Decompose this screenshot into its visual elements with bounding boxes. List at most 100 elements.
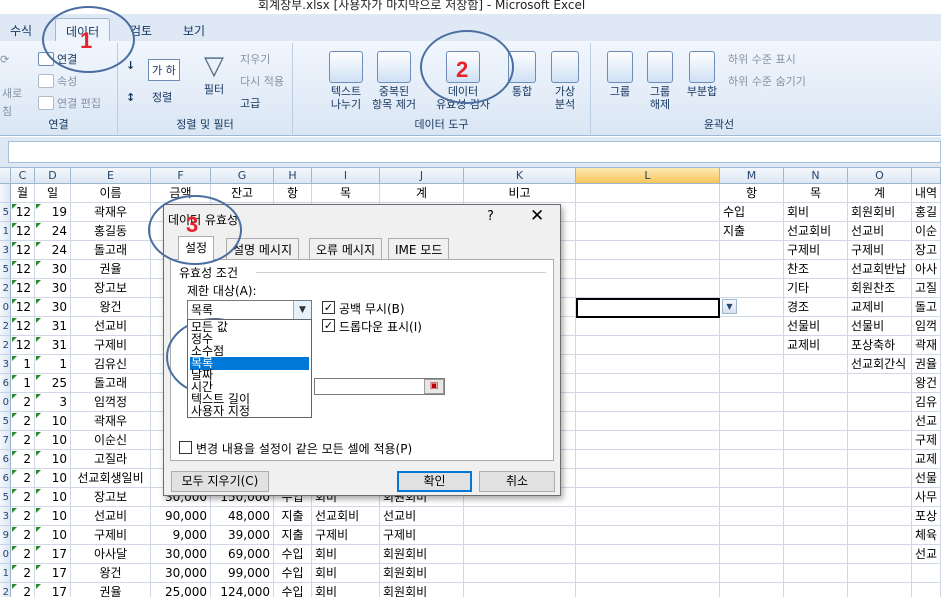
data-cell[interactable]: 왕건 [71,564,151,583]
data-cell[interactable] [720,374,784,393]
data-cell[interactable]: 회원회비 [380,545,464,564]
data-cell[interactable]: 포상 [912,507,941,526]
data-cell[interactable]: 곽재우 [71,203,151,222]
data-cell[interactable] [848,412,912,431]
column-header-c[interactable]: C [11,168,35,184]
row-header[interactable]: 6 [0,469,11,488]
data-cell[interactable]: 경조 [784,298,848,317]
data-cell[interactable] [720,355,784,374]
data-cell[interactable] [576,583,720,597]
row-header[interactable]: 3 [0,507,11,526]
data-cell[interactable] [464,507,576,526]
data-cell[interactable]: 홍길동 [71,222,151,241]
active-cell-l[interactable] [576,298,720,318]
show-detail-button[interactable]: 하위 수준 표시 [728,51,796,67]
properties-button[interactable]: 속성 [38,73,77,89]
allow-select[interactable]: 목록 ▼ [187,300,312,320]
column-header-g[interactable]: G [211,168,274,184]
data-cell[interactable]: 90,000 [151,507,211,526]
data-cell[interactable] [720,545,784,564]
data-cell[interactable] [576,355,720,374]
clear-all-button[interactable]: 모두 지우기(C) [171,471,269,492]
header-cell[interactable]: 잔고 [211,184,274,203]
data-cell[interactable]: 선교회반납 [848,260,912,279]
data-cell[interactable]: 사무 [912,488,941,507]
data-cell[interactable]: 곽재 [912,336,941,355]
data-cell[interactable] [720,431,784,450]
data-cell[interactable]: 선교회생일비 [71,469,151,488]
data-cell[interactable] [848,545,912,564]
data-cell[interactable]: 회비 [312,564,380,583]
data-cell[interactable] [464,526,576,545]
tab-error-alert[interactable]: 오류 메시지 [309,238,383,259]
data-cell[interactable] [720,412,784,431]
data-cell[interactable]: 임꺽 [912,317,941,336]
data-cell[interactable]: 임꺽정 [71,393,151,412]
data-cell[interactable]: 선물비 [784,317,848,336]
tab-input-message[interactable]: 설명 메시지 [226,238,300,259]
data-cell[interactable]: 체육 [912,526,941,545]
header-cell[interactable]: 항 [720,184,784,203]
data-cell[interactable] [576,374,720,393]
advanced-filter-button[interactable]: 고급 [240,95,260,111]
header-cell[interactable]: 비고 [464,184,576,203]
data-cell[interactable] [784,564,848,583]
data-cell[interactable]: 선교비 [380,507,464,526]
data-cell[interactable]: 48,000 [211,507,274,526]
header-cell[interactable]: 월 [11,184,35,203]
data-cell[interactable] [720,279,784,298]
range-select-icon[interactable]: ▣ [424,379,444,394]
reapply-button[interactable]: 다시 적용 [240,73,284,89]
data-cell[interactable]: 홍길 [912,203,941,222]
data-cell[interactable]: 지출 [720,222,784,241]
data-cell[interactable]: 선교회간식 [848,355,912,374]
sort-az-icon[interactable]: ↓ [126,59,135,72]
chevron-down-icon[interactable]: ▼ [293,301,311,319]
data-cell[interactable] [720,488,784,507]
data-cell[interactable] [848,393,912,412]
row-header[interactable]: 5 [0,203,11,222]
data-cell[interactable] [912,583,941,597]
data-cell[interactable]: 회원회비 [380,564,464,583]
tab-data[interactable]: 데이터 [55,18,111,43]
header-cell[interactable]: 계 [848,184,912,203]
data-cell[interactable]: 9,000 [151,526,211,545]
data-cell[interactable]: 교제 [912,450,941,469]
close-icon[interactable]: ✕ [530,206,544,226]
row-header[interactable]: 9 [0,526,11,545]
data-cell[interactable]: 고질 [912,279,941,298]
column-header-f[interactable]: F [151,168,211,184]
data-cell[interactable] [848,564,912,583]
data-cell[interactable]: 회비 [312,545,380,564]
consolidate-button[interactable]: 통합 [505,51,539,98]
text-to-columns-button[interactable]: 텍스트 나누기 [323,51,369,111]
data-cell[interactable] [576,260,720,279]
data-cell[interactable]: 아사달 [71,545,151,564]
what-if-analysis-button[interactable]: 가상 분석 [545,51,585,111]
data-cell[interactable]: 왕건 [71,298,151,317]
column-header-o[interactable]: O [848,168,912,184]
row-header[interactable]: 5 [0,412,11,431]
row-header[interactable]: 0 [0,545,11,564]
data-cell[interactable]: 69,000 [211,545,274,564]
data-cell[interactable]: 수입 [274,545,312,564]
row-header[interactable]: 1 [0,222,11,241]
data-cell[interactable] [720,526,784,545]
header-cell[interactable]: 계 [380,184,464,203]
data-cell[interactable]: 이순신 [71,431,151,450]
column-header-d[interactable]: D [35,168,71,184]
data-cell[interactable] [720,241,784,260]
row-header[interactable]: 5 [0,488,11,507]
header-cell[interactable] [576,184,720,203]
data-cell[interactable] [720,507,784,526]
cancel-button[interactable]: 취소 [479,471,555,492]
refresh-all-button[interactable]: 새로 [2,85,22,101]
hide-detail-button[interactable]: 하위 수준 숨기기 [728,73,806,89]
data-cell[interactable]: 돌고래 [71,374,151,393]
data-cell[interactable]: 장고보 [71,488,151,507]
data-cell[interactable] [784,393,848,412]
data-cell[interactable]: 회비 [784,203,848,222]
data-cell[interactable] [720,564,784,583]
data-cell[interactable]: 곽재우 [71,412,151,431]
tab-view[interactable]: 보기 [183,22,205,39]
